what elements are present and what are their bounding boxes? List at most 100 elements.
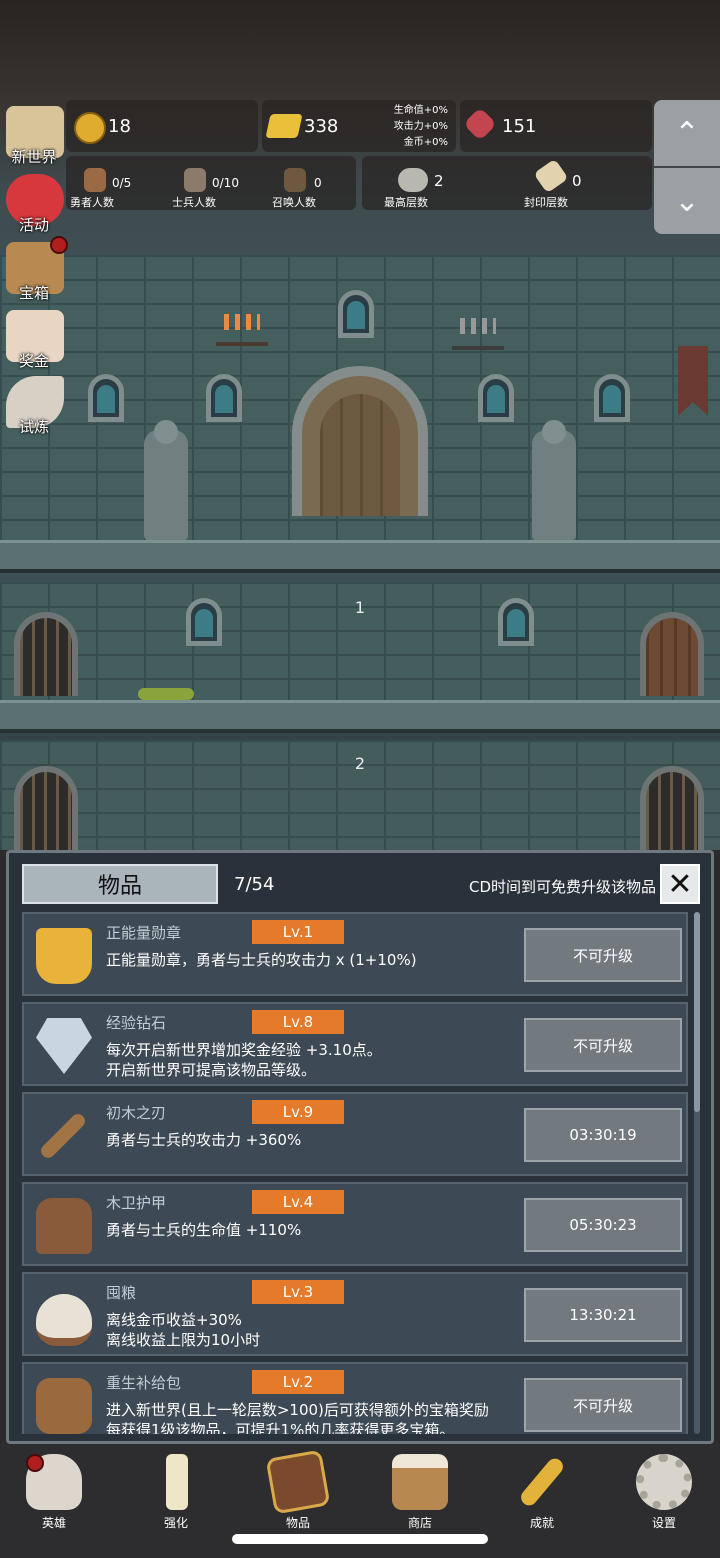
gem-panel: 151 — [460, 100, 652, 152]
soldier-count-label: 士兵人数 — [172, 196, 216, 209]
level-badge: Lv.1 — [252, 920, 344, 944]
rice-bowl-icon — [36, 1294, 92, 1346]
floor-number: 1 — [354, 598, 366, 617]
summon-icon — [284, 168, 306, 192]
item-name: 经验钻石 — [106, 1014, 167, 1032]
home-indicator[interactable] — [232, 1534, 488, 1544]
list-item: 重生补给包 Lv.2 进入新世界(且上一轮层数>100)后可获得额外的宝箱奖励 … — [22, 1362, 688, 1434]
gold-bar-count: 338 — [304, 116, 339, 137]
sealed-floor: 0 — [572, 172, 582, 190]
gear-icon — [636, 1454, 692, 1510]
upgrade-timer-button[interactable]: 05:30:23 — [524, 1198, 682, 1252]
floor-ledge-1 — [0, 700, 720, 733]
scroll-up-button[interactable]: ⌃ — [654, 100, 720, 166]
highest-floor-label: 最高层数 — [384, 196, 428, 209]
side-item-label: 试炼 — [18, 418, 49, 436]
nav-items[interactable]: 物品 — [258, 1449, 338, 1534]
item-description: 正能量勋章，勇者与士兵的攻击力 x (1+10%) — [106, 951, 417, 969]
scroll-down-button[interactable]: ⌄ — [654, 168, 720, 234]
hero-icon — [84, 168, 106, 192]
item-description: 勇者与士兵的攻击力 +360% — [106, 1131, 302, 1149]
upgrade-button[interactable]: 不可升级 — [524, 928, 682, 982]
bonus-gold: 金币+0% — [403, 137, 448, 148]
summon-count-label: 召唤人数 — [272, 196, 316, 209]
window — [594, 374, 630, 422]
level-badge: Lv.8 — [252, 1010, 344, 1034]
ruby-icon — [463, 107, 497, 141]
item-count: 7/54 — [234, 874, 275, 895]
side-item-new-world[interactable]: 新世界 — [2, 104, 66, 168]
notification-dot — [26, 1454, 44, 1472]
nav-enhance[interactable]: 强化 — [136, 1450, 216, 1534]
item-description: 每次开启新世界增加奖金经验 +3.10点。 — [106, 1041, 382, 1059]
level-badge: Lv.9 — [252, 1100, 344, 1124]
gate — [14, 766, 78, 850]
nav-label: 英雄 — [41, 1516, 66, 1530]
nav-label: 商店 — [407, 1516, 432, 1530]
scroll-icon — [533, 158, 569, 194]
candle-icon — [166, 1454, 188, 1510]
panel-title: 物品 — [22, 864, 218, 904]
highest-floor: 2 — [434, 172, 444, 190]
gold-bar-panel: 338 生命值+0% 攻击力+0% 金币+0% — [262, 100, 456, 152]
list-item: 木卫护甲 Lv.4 勇者与士兵的生命值 +110% 05:30:23 — [22, 1182, 688, 1266]
armor-icon — [36, 1198, 92, 1254]
list-item: 初木之刃 Lv.9 勇者与士兵的攻击力 +360% 03:30:19 — [22, 1092, 688, 1176]
soldier-count: 0/10 — [212, 176, 239, 190]
gold-count: 18 — [108, 116, 131, 137]
nav-heroes[interactable]: 英雄 — [14, 1450, 94, 1534]
chandelier-lit — [216, 314, 268, 346]
knight-statue — [144, 420, 188, 540]
floor-stats-panel: 2 最高层数 0 封印层数 — [362, 156, 652, 210]
nav-label: 强化 — [163, 1516, 188, 1530]
gem-count: 151 — [502, 116, 537, 137]
side-item-label: 宝箱 — [18, 284, 49, 302]
hero-count: 0/5 — [112, 176, 132, 190]
gate — [14, 612, 78, 696]
castle-door[interactable] — [292, 366, 428, 516]
item-description: 勇者与士兵的生命值 +110% — [106, 1221, 302, 1239]
stone-icon — [398, 168, 428, 192]
window — [88, 374, 124, 422]
upgrade-button[interactable]: 不可升级 — [524, 1018, 682, 1072]
gold-bar-icon — [265, 114, 303, 138]
nav-settings[interactable]: 设置 — [624, 1450, 704, 1534]
level-badge: Lv.2 — [252, 1370, 344, 1394]
item-description-line-2: 离线收益上限为10小时 — [106, 1331, 261, 1349]
side-item-label: 活动 — [18, 216, 49, 234]
nav-label: 成就 — [529, 1516, 554, 1530]
notification-dot — [50, 236, 68, 254]
item-list[interactable]: 正能量勋章 Lv.1 正能量勋章，勇者与士兵的攻击力 x (1+10%) 不可升… — [22, 912, 690, 1434]
unit-stats-panel: 0/5 勇者人数 0/10 士兵人数 0 召唤人数 — [66, 156, 356, 210]
side-item-trial[interactable]: 试炼 — [2, 374, 66, 438]
level-badge: Lv.4 — [252, 1190, 344, 1214]
item-name: 初木之刃 — [106, 1104, 167, 1122]
nav-shop[interactable]: 商店 — [380, 1450, 460, 1534]
window — [478, 374, 514, 422]
close-icon: ✕ — [667, 866, 693, 902]
nav-label: 设置 — [651, 1516, 676, 1530]
floor-number: 2 — [354, 754, 366, 773]
upgrade-button[interactable]: 不可升级 — [524, 1378, 682, 1432]
wooden-door — [640, 612, 704, 696]
nav-achievements[interactable]: 成就 — [502, 1450, 582, 1534]
chandelier — [452, 318, 504, 350]
panel-note: CD时间到可免费升级该物品 — [468, 878, 656, 896]
book-icon — [265, 1449, 331, 1515]
side-item-chest[interactable]: 宝箱 — [2, 236, 68, 304]
upgrade-timer-button[interactable]: 03:30:19 — [524, 1108, 682, 1162]
side-item-bonus[interactable]: 奖金 — [2, 308, 66, 372]
item-name: 木卫护甲 — [106, 1194, 167, 1212]
soldier-icon — [184, 168, 206, 192]
list-item: 囤粮 Lv.3 离线金币收益+30% 离线收益上限为10小时 13:30:21 — [22, 1272, 688, 1356]
close-button[interactable]: ✕ — [660, 864, 700, 904]
item-name: 正能量勋章 — [106, 924, 182, 942]
chevron-up-icon: ⌃ — [674, 115, 700, 151]
upgrade-timer-button[interactable]: 13:30:21 — [524, 1288, 682, 1342]
gold-panel: 18 — [66, 100, 258, 152]
list-scrollbar[interactable] — [694, 912, 700, 1434]
slime — [138, 688, 194, 700]
summon-count: 0 — [314, 176, 322, 190]
level-badge: Lv.3 — [252, 1280, 344, 1304]
side-item-event[interactable]: 活动 — [2, 172, 66, 236]
